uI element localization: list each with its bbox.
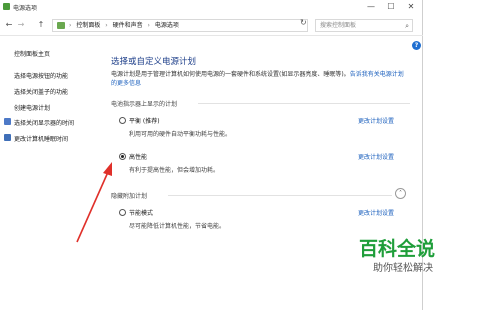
search-placeholder: 搜索控制面板 bbox=[320, 22, 357, 29]
plan-balanced-name[interactable]: 平衡 (推荐) bbox=[129, 116, 160, 125]
plan-high-performance-settings-link[interactable]: 更改计划设置 bbox=[358, 152, 394, 161]
description-text: 电源计划是用于管理计算机如何使用电源的一套硬件和系统设置(如显示器亮度、睡眠等)… bbox=[111, 71, 350, 78]
power-plans-info-link[interactable]: 告诉我有关电源计划 bbox=[350, 71, 404, 78]
watermark-subtitle: 助你轻松解决 bbox=[373, 263, 433, 274]
sidebar-item-sleep-time[interactable]: 更改计算机睡眠时间 bbox=[14, 134, 68, 143]
sidebar-item-control-panel-home[interactable]: 控制面板主页 bbox=[14, 49, 50, 58]
address-bar: ← → ↑ › 控制面板 › 硬件和声音 › 电源选项 ↻ 搜索控制面板 ⌕ bbox=[0, 16, 423, 36]
plan-power-saver-radio[interactable] bbox=[119, 209, 126, 216]
plan-high-performance-radio[interactable] bbox=[119, 153, 126, 160]
breadcrumb-hardware-sound[interactable]: 硬件和声音 bbox=[113, 20, 143, 31]
sidebar-item-display-off[interactable]: 选择关闭显示器的时间 bbox=[14, 118, 74, 127]
sidebar-item-create-plan[interactable]: 创建电源计划 bbox=[14, 103, 50, 112]
minimize-button[interactable]: — bbox=[364, 1, 378, 13]
power-plans-info-link-more[interactable]: 的更多信息 bbox=[111, 80, 141, 87]
search-input[interactable]: 搜索控制面板 ⌕ bbox=[315, 19, 413, 32]
plan-balanced-desc: 利用可用的硬件自动平衡功耗与性能。 bbox=[129, 131, 232, 138]
section-hidden-plans: 隐藏附加计划 bbox=[111, 193, 148, 200]
window-title: 电源选项 bbox=[13, 5, 38, 12]
section-shown-plans: 电池指示器上显示的计划 bbox=[111, 101, 178, 108]
refresh-icon[interactable]: ↻ bbox=[300, 18, 307, 27]
section-divider bbox=[168, 195, 392, 196]
watermark-title: 百科全说 bbox=[359, 238, 436, 260]
forward-arrow-icon[interactable]: → bbox=[16, 20, 26, 30]
breadcrumb[interactable]: › 控制面板 › 硬件和声音 › 电源选项 bbox=[52, 19, 308, 32]
section-divider bbox=[198, 103, 410, 104]
plan-balanced-settings-link[interactable]: 更改计划设置 bbox=[358, 116, 394, 125]
up-arrow-icon[interactable]: ↑ bbox=[36, 20, 46, 30]
plan-high-performance-desc: 有利于提高性能，但会增加功耗。 bbox=[129, 167, 220, 174]
control-panel-icon bbox=[57, 22, 65, 29]
watermark: 百科全说 助你轻松解决 bbox=[359, 234, 499, 286]
sidebar-item-power-button[interactable]: 选择电源按钮的功能 bbox=[14, 71, 68, 80]
breadcrumb-control-panel[interactable]: 控制面板 bbox=[76, 20, 100, 31]
search-icon: ⌕ bbox=[405, 22, 409, 30]
sleep-icon bbox=[4, 134, 11, 141]
sidebar: 控制面板主页 选择电源按钮的功能 选择关闭盖子的功能 创建电源计划 选择关闭显示… bbox=[0, 36, 92, 310]
close-button[interactable]: ✕ bbox=[404, 1, 418, 13]
display-icon bbox=[4, 118, 11, 125]
sidebar-item-lid-close[interactable]: 选择关闭盖子的功能 bbox=[14, 87, 68, 96]
plan-power-saver-name[interactable]: 节能模式 bbox=[129, 208, 153, 217]
back-arrow-icon[interactable]: ← bbox=[4, 20, 14, 30]
power-options-app-icon bbox=[3, 3, 10, 10]
plan-balanced-radio[interactable] bbox=[119, 117, 126, 124]
page-description: 电源计划是用于管理计算机如何使用电源的一套硬件和系统设置(如显示器亮度、睡眠等)… bbox=[111, 70, 411, 88]
plan-power-saver-settings-link[interactable]: 更改计划设置 bbox=[358, 208, 394, 217]
plan-high-performance-name[interactable]: 高性能 bbox=[129, 152, 147, 161]
plan-power-saver-desc: 尽可能降低计算机性能，节省电能。 bbox=[129, 223, 226, 230]
chevron-up-icon[interactable]: ˄ bbox=[395, 188, 406, 199]
title-bar: 电源选项 — ☐ ✕ bbox=[0, 0, 423, 16]
breadcrumb-power-options[interactable]: 电源选项 bbox=[155, 20, 179, 31]
maximize-button[interactable]: ☐ bbox=[384, 1, 398, 13]
page-title: 选择或自定义电源计划 bbox=[111, 57, 197, 67]
